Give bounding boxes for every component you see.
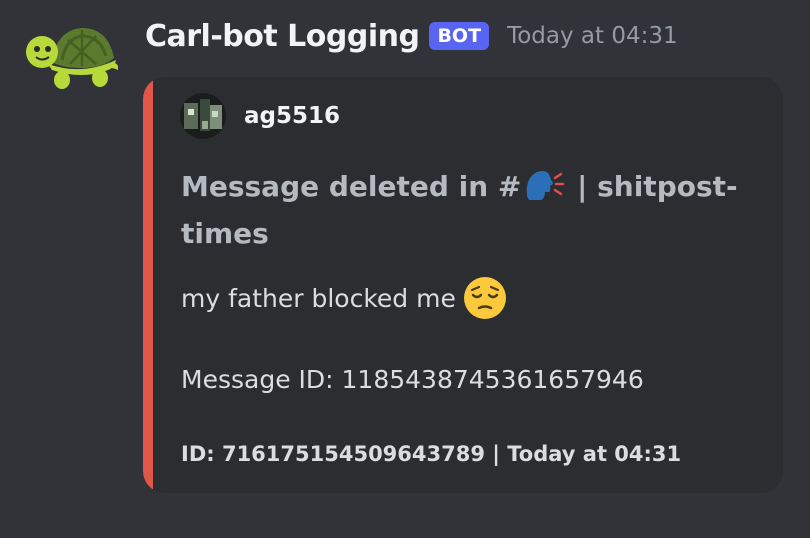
embed-accent-bar — [143, 77, 153, 493]
embed-author: ag5516 — [180, 93, 340, 139]
embed-author-name[interactable]: ag5516 — [244, 103, 340, 129]
speaking-head-emoji — [527, 171, 565, 200]
message-timestamp[interactable]: Today at 04:31 — [507, 23, 678, 49]
embed-footer: ID: 716175154509643789 | Today at 04:31 — [181, 442, 682, 466]
bot-username[interactable]: Carl-bot Logging — [145, 19, 420, 54]
embed-description-text: my father blocked me — [181, 283, 456, 313]
message-header: Carl-bot Logging BOT Today at 04:31 — [145, 14, 678, 58]
embed-title: Message deleted in # | shitpost-times — [181, 163, 761, 257]
pensive-face-emoji — [463, 277, 506, 319]
user-avatar[interactable] — [180, 93, 226, 139]
chat-message: Carl-bot Logging BOT Today at 04:31 ag55… — [0, 0, 810, 538]
turtle-icon[interactable] — [22, 22, 118, 92]
log-embed: ag5516 Message deleted in # | shitpost-t… — [143, 77, 783, 493]
message-id-field: Message ID: 1185438745361657946 — [181, 365, 644, 394]
embed-title-prefix: Message deleted in # — [181, 170, 522, 203]
bot-badge: BOT — [429, 22, 490, 50]
embed-description: my father blocked me — [181, 275, 508, 321]
